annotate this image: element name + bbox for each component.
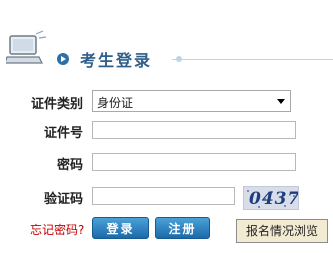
chevron-down-icon (277, 99, 285, 104)
header-divider (172, 59, 333, 60)
id-number-input[interactable] (92, 121, 296, 139)
laptop-icon (6, 30, 47, 64)
id-type-label: 证件类别 (30, 97, 83, 112)
id-number-label: 证件号 (43, 126, 83, 141)
id-type-value: 身份证 (97, 96, 134, 110)
password-input[interactable] (92, 153, 296, 171)
captcha-input[interactable] (92, 187, 235, 205)
id-number-row: 证件号 (0, 121, 333, 145)
login-button[interactable]: 登录 (92, 217, 149, 239)
id-type-row: 证件类别 身份证 (0, 90, 333, 114)
password-row: 密码 (0, 153, 333, 177)
captcha-text: 0437 (249, 189, 299, 209)
page-title: 考生登录 (80, 51, 153, 70)
forgot-password-link[interactable]: 忘记密码? (30, 221, 84, 238)
id-type-select[interactable]: 身份证 (92, 90, 291, 112)
password-label: 密码 (56, 158, 83, 173)
arrow-circle-icon (57, 53, 69, 65)
captcha-image[interactable]: 0437 (243, 186, 299, 210)
captcha-label: 验证码 (43, 192, 83, 207)
registration-status-button[interactable]: 报名情况浏览 (236, 219, 328, 243)
register-button[interactable]: 注册 (155, 217, 210, 239)
login-header: 考生登录 (0, 0, 333, 80)
